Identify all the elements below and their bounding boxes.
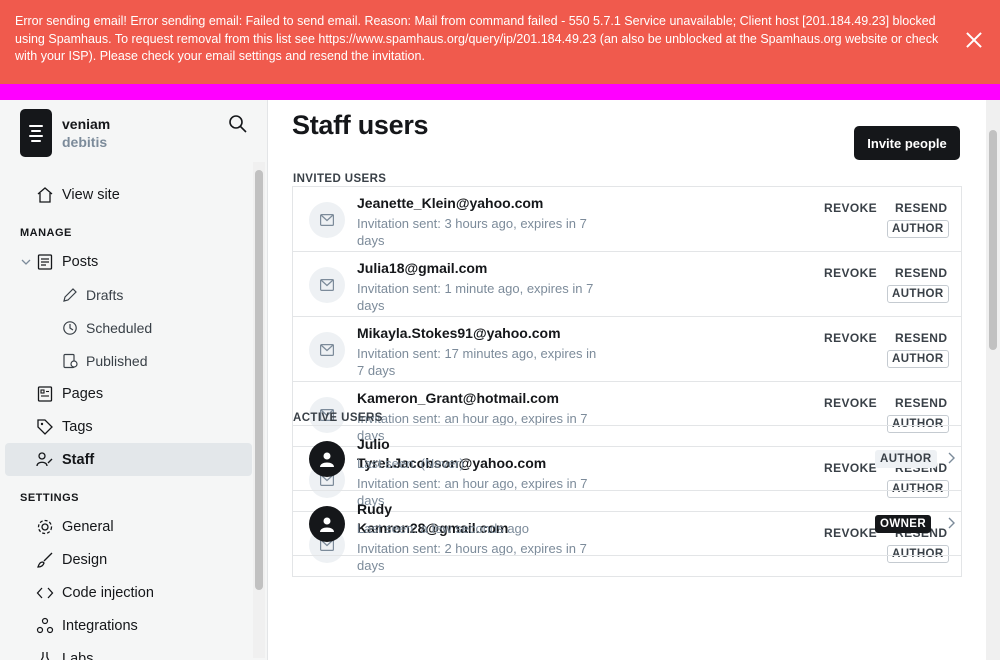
flask-icon — [40, 651, 50, 660]
search-icon[interactable] — [228, 114, 248, 134]
home-icon — [37, 186, 53, 203]
page-title: Staff users — [292, 110, 429, 140]
revoke-button[interactable]: REVOKE — [824, 331, 877, 345]
sidebar-scrollbar[interactable] — [253, 162, 265, 658]
sidebar-item-label: Staff — [62, 451, 95, 468]
sidebar-item-label: Pages — [62, 385, 104, 402]
site-logo — [20, 109, 52, 157]
sidebar-item-integrations[interactable]: Integrations — [0, 609, 252, 642]
sidebar: veniam debitis View site MANAGE Posts Dr… — [0, 100, 268, 660]
pages-icon — [37, 385, 53, 402]
user-name: Rudy — [357, 501, 392, 517]
invited-users-heading: INVITED USERS — [293, 173, 387, 185]
sidebar-item-label: Published — [86, 352, 148, 369]
tag-icon — [37, 418, 53, 435]
active-users-heading: ACTIVE USERS — [293, 412, 383, 424]
invited-user-row: Jeanette_Klein@yahoo.com Invitation sent:… — [292, 187, 962, 252]
role-label: AUTHOR — [887, 220, 949, 238]
sidebar-item-code-injection[interactable]: Code injection — [0, 576, 252, 609]
resend-button[interactable]: RESEND — [895, 201, 947, 215]
sidebar-item-pages[interactable]: Pages — [0, 377, 252, 410]
sidebar-item-general[interactable]: General — [0, 510, 252, 543]
invited-user-row: Julia18@gmail.com Invitation sent: 1 minu… — [292, 252, 962, 317]
sidebar-nav: View site MANAGE Posts Drafts Scheduled … — [0, 178, 252, 660]
sidebar-item-label: Labs — [62, 650, 94, 660]
sidebar-item-label: Scheduled — [86, 319, 153, 336]
invited-user-email[interactable]: Kameron_Grant@hotmail.com — [357, 390, 559, 406]
manage-heading: MANAGE — [20, 227, 72, 239]
sidebar-item-label: Drafts — [86, 286, 124, 303]
sidebar-item-design[interactable]: Design — [0, 543, 252, 576]
resend-button[interactable]: RESEND — [895, 396, 947, 410]
revoke-button[interactable]: REVOKE — [824, 266, 877, 280]
posts-icon — [37, 253, 53, 270]
main-content: Staff users Invite people INVITED USERS … — [268, 100, 1000, 660]
invitation-status: Invitation sent: 17 minutes ago, expires… — [357, 346, 597, 378]
sidebar-item-staff[interactable]: Staff — [5, 443, 252, 476]
published-icon — [63, 353, 78, 368]
user-name: Julio — [357, 436, 390, 452]
last-seen: Last seen: a few seconds ago — [357, 521, 530, 536]
resend-button[interactable]: RESEND — [895, 266, 947, 280]
close-icon[interactable] — [966, 32, 982, 48]
alert-message: Error sending email! Error sending email… — [15, 14, 939, 63]
sidebar-item-posts[interactable]: Posts — [0, 245, 252, 278]
invitation-status: Invitation sent: 3 hours ago, expires in… — [357, 216, 587, 248]
brush-icon — [37, 552, 53, 568]
settings-heading: SETTINGS — [20, 492, 80, 504]
chevron-right-icon[interactable] — [945, 517, 957, 529]
integrations-icon — [36, 617, 54, 633]
avatar — [309, 441, 345, 477]
resend-button[interactable]: RESEND — [895, 331, 947, 345]
brand[interactable]: veniam debitis — [20, 109, 110, 157]
mail-icon — [309, 332, 345, 368]
role-badge: OWNER — [875, 515, 932, 533]
alert-divider — [0, 84, 1000, 100]
role-label: AUTHOR — [887, 350, 949, 368]
invited-user-email[interactable]: Mikayla.Stokes91@yahoo.com — [357, 325, 561, 341]
mail-icon — [309, 267, 345, 303]
active-user-row[interactable]: Rudy Last seen: a few seconds ago OWNER — [292, 491, 962, 556]
role-label: AUTHOR — [887, 285, 949, 303]
avatar — [309, 506, 345, 542]
last-seen: Last seen: (Never) — [357, 456, 464, 471]
active-users-list: Julio Last seen: (Never) AUTHOR Rudy Last se… — [292, 425, 962, 556]
sidebar-item-label: View site — [62, 186, 120, 203]
sidebar-item-published[interactable]: Published — [0, 344, 252, 377]
active-user-row[interactable]: Julio Last seen: (Never) AUTHOR — [292, 426, 962, 491]
main-scrollbar[interactable] — [986, 100, 1000, 660]
sidebar-item-label: Posts — [62, 253, 99, 270]
role-badge: AUTHOR — [875, 450, 937, 468]
sidebar-item-label: Design — [62, 551, 108, 568]
sidebar-item-drafts[interactable]: Drafts — [0, 278, 252, 311]
invited-user-email[interactable]: Jeanette_Klein@yahoo.com — [357, 195, 543, 211]
sidebar-item-label: Integrations — [62, 617, 138, 634]
code-icon — [36, 587, 54, 598]
invited-user-email[interactable]: Julia18@gmail.com — [357, 260, 487, 276]
invite-people-button[interactable]: Invite people — [854, 126, 960, 160]
invitation-status: Invitation sent: 1 minute ago, expires i… — [357, 281, 594, 313]
error-alert: Error sending email! Error sending email… — [0, 0, 1000, 84]
sidebar-item-view-site[interactable]: View site — [0, 178, 252, 211]
sidebar-item-tags[interactable]: Tags — [0, 410, 252, 443]
gear-icon — [37, 519, 53, 534]
sidebar-item-label: Code injection — [62, 584, 154, 601]
sidebar-item-label: Tags — [62, 418, 93, 435]
clock-icon — [63, 320, 77, 335]
user-name: debitis — [62, 134, 108, 150]
sidebar-item-scheduled[interactable]: Scheduled — [0, 311, 252, 344]
sidebar-item-labs[interactable]: Labs — [0, 642, 252, 660]
revoke-button[interactable]: REVOKE — [824, 201, 877, 215]
pencil-icon — [63, 287, 77, 302]
chevron-down-icon[interactable] — [20, 256, 32, 268]
site-name: veniam — [62, 116, 111, 132]
sidebar-item-label: General — [62, 518, 114, 535]
mail-icon — [309, 202, 345, 238]
chevron-right-icon[interactable] — [945, 452, 957, 464]
invited-user-row: Mikayla.Stokes91@yahoo.com Invitation sen… — [292, 317, 962, 382]
staff-icon — [36, 451, 53, 466]
revoke-button[interactable]: REVOKE — [824, 396, 877, 410]
